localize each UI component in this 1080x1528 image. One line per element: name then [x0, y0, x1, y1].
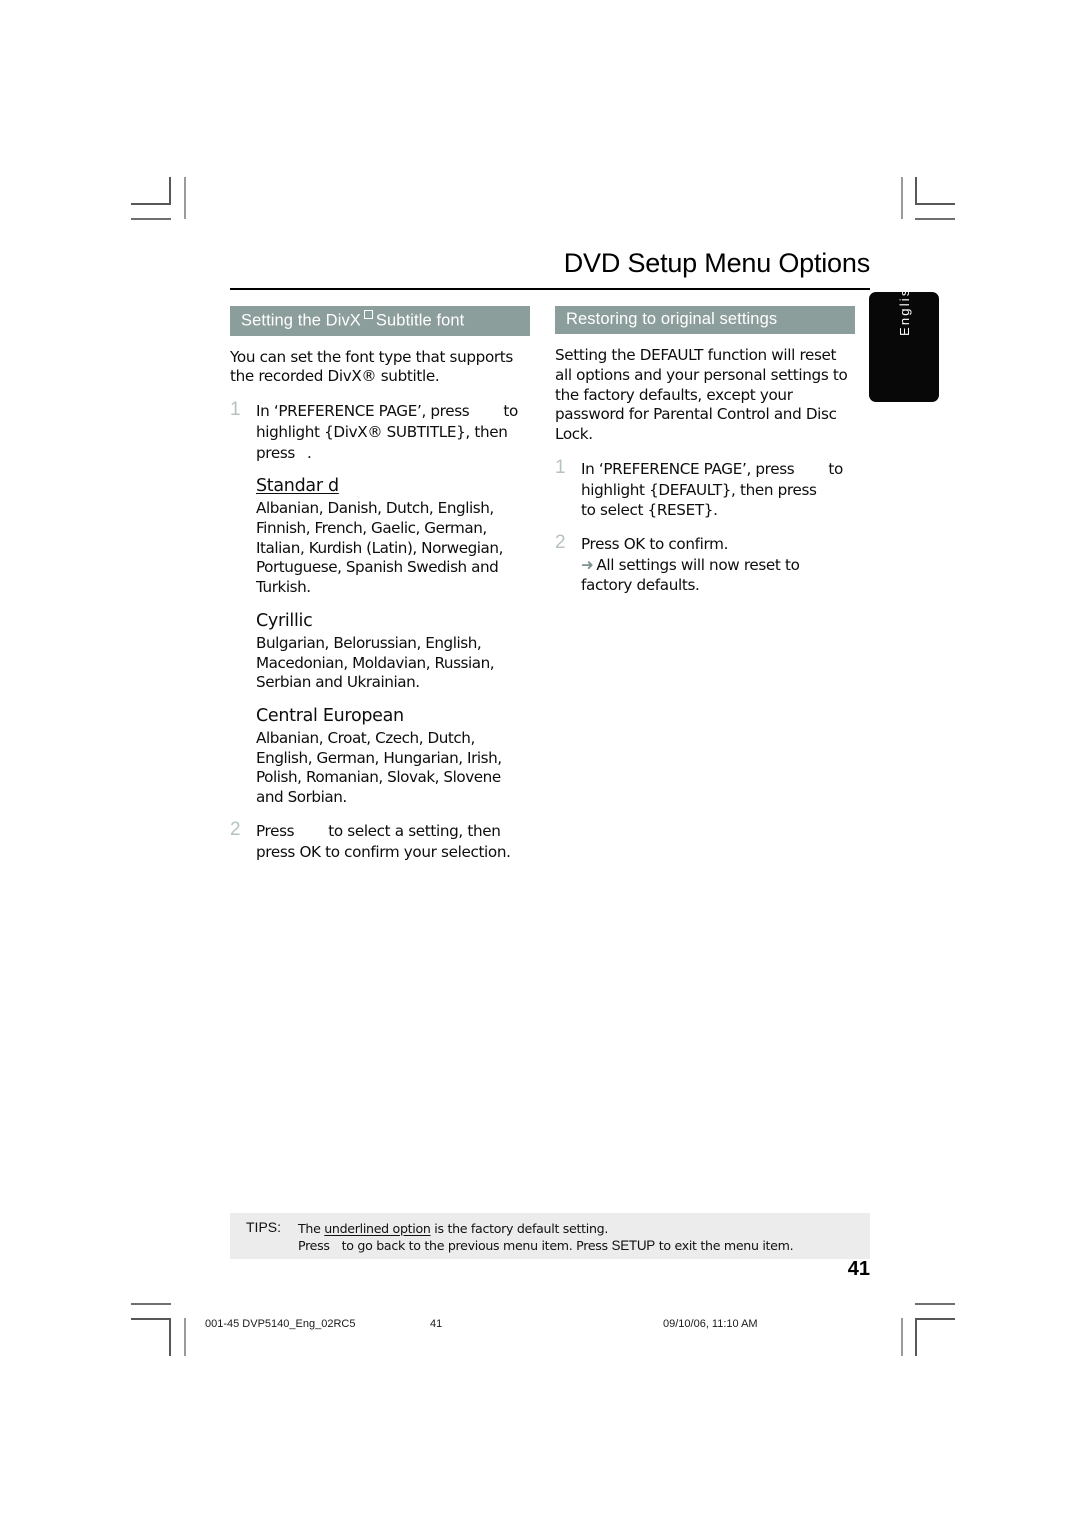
tips-line-2: Press to go back to the previous menu ite… — [298, 1237, 794, 1256]
right-step-1: 1 In ‘PREFERENCE PAGE’, press to highligh… — [555, 456, 855, 521]
left-step-1-text: In ‘PREFERENCE PAGE’, press to highlight … — [256, 402, 518, 462]
tips-line-1-after: is the factory default setting. — [430, 1221, 609, 1236]
crop-mark-bottom-right-bar-vertical — [901, 1318, 903, 1356]
tips-line-2-after: to exit the menu item. — [655, 1238, 794, 1254]
font-group-standard-name: Standar d — [256, 476, 339, 497]
right-step-1-text: In ‘PREFERENCE PAGE’, press to highlight … — [581, 460, 851, 520]
tips-label: TIPS: — [246, 1219, 282, 1235]
tips-line-2-middle: to go back to the previous menu item. Pr… — [341, 1238, 612, 1254]
left-step-1-number: 1 — [230, 399, 241, 420]
tips-line-1-before: The — [298, 1221, 325, 1236]
crop-mark-bottom-right-vertical — [915, 1318, 917, 1356]
crop-mark-top-left-vertical — [169, 177, 171, 205]
right-step-1-text-c: to select {RESET}. — [581, 501, 718, 520]
tips-box: TIPS: The underlined option is the facto… — [230, 1213, 870, 1259]
crop-mark-top-right — [915, 203, 955, 205]
tips-content: The underlined option is the factory def… — [298, 1220, 794, 1256]
tips-line-1-underlined: underlined option — [324, 1221, 431, 1236]
section-heading-prefix: Setting the DivX — [241, 311, 361, 330]
language-tab-label: English — [896, 277, 912, 337]
crop-mark-bottom-left — [131, 1318, 171, 1320]
right-step-2-result-text: All settings will now reset to factory d… — [581, 555, 800, 594]
title-divider — [230, 288, 870, 290]
crop-mark-top-right-vertical — [915, 177, 917, 205]
left-step-2-number: 2 — [230, 818, 241, 840]
section-heading-divx-subtitle-font: Setting the DivX Subtitle font — [230, 306, 530, 336]
font-group-cyrillic: Cyrillic Bulgarian, Belorussian, English… — [256, 611, 530, 693]
crop-mark-top-right-bar-vertical — [901, 177, 903, 219]
page-title: DVD Setup Menu Options — [563, 248, 870, 278]
right-step-2-text: Press OK to confirm. ➜ All settings will … — [581, 535, 855, 595]
left-step-2-text: Press to select a setting, then press OK … — [256, 822, 511, 861]
right-step-2-number: 2 — [555, 532, 566, 553]
left-step-1-text-c: . — [306, 443, 312, 462]
crop-mark-top-right-bar — [915, 218, 955, 220]
page-number: 41 — [847, 1258, 870, 1280]
tips-line-1: The underlined option is the factory def… — [298, 1220, 793, 1237]
print-footer-date: 09/10/06, 11:10 AM — [663, 1318, 758, 1330]
left-step-1: 1 In ‘PREFERENCE PAGE’, press to highligh… — [230, 399, 530, 463]
tips-line-2-keyword: SETUP — [611, 1238, 656, 1254]
left-step-2-text-a: Press — [256, 821, 295, 840]
left-step-2: 2 Press to select a setting, then press O… — [230, 818, 530, 863]
right-step-2: 2 Press OK to confirm. ➜ All settings wil… — [555, 532, 855, 595]
font-group-central-european: Central European Albanian, Croat, Czech,… — [256, 706, 530, 808]
print-footer-filename: 001-45 DVP5140_Eng_02RC5 — [205, 1318, 356, 1330]
left-step-1-text-a: In ‘PREFERENCE PAGE’, press — [256, 402, 470, 420]
registered-mark-icon — [363, 310, 373, 319]
crop-mark-top-left-bar — [131, 218, 171, 220]
font-group-cyrillic-languages: Bulgarian, Belorussian, English, Macedon… — [256, 633, 495, 692]
left-column: Setting the DivX Subtitle font You can se… — [230, 306, 530, 875]
crop-mark-top-left-bar-vertical — [184, 177, 186, 219]
right-step-2-text-a: Press OK to confirm. — [581, 535, 729, 553]
font-group-cyrillic-name: Cyrillic — [256, 610, 313, 631]
right-step-1-number: 1 — [555, 456, 566, 478]
font-group-standard-languages: Albanian, Danish, Dutch, English, Finnis… — [256, 499, 503, 597]
print-footer-page: 41 — [430, 1318, 443, 1330]
crop-mark-top-left — [131, 203, 171, 205]
crop-mark-bottom-left-vertical — [169, 1318, 171, 1356]
right-column: Restoring to original settings Setting t… — [555, 306, 855, 608]
language-tab: English — [869, 278, 939, 402]
section-heading-restoring-settings: Restoring to original settings — [555, 306, 855, 334]
right-step-1-text-a: In ‘PREFERENCE PAGE’, press — [581, 459, 795, 478]
crop-mark-bottom-left-bar-vertical — [184, 1318, 186, 1356]
right-intro-paragraph: Setting the DEFAULT function will reset … — [555, 346, 848, 443]
crop-mark-bottom-right-bar — [915, 1303, 955, 1305]
crop-mark-bottom-left-bar — [131, 1303, 171, 1305]
section-heading-suffix: Subtitle font — [375, 311, 465, 330]
font-group-central-european-languages: Albanian, Croat, Czech, Dutch, English, … — [256, 728, 502, 807]
font-group-central-european-name: Central European — [256, 706, 404, 726]
arrow-right-icon: ➜ — [581, 555, 594, 574]
font-group-standard: Standar d Albanian, Danish, Dutch, Engli… — [256, 476, 530, 598]
crop-mark-bottom-right — [915, 1318, 955, 1320]
left-intro-paragraph: You can set the font type that supports … — [230, 347, 513, 386]
tips-line-2-before: Press — [298, 1238, 330, 1254]
right-step-2-result: ➜ All settings will now reset to factory … — [581, 556, 855, 596]
